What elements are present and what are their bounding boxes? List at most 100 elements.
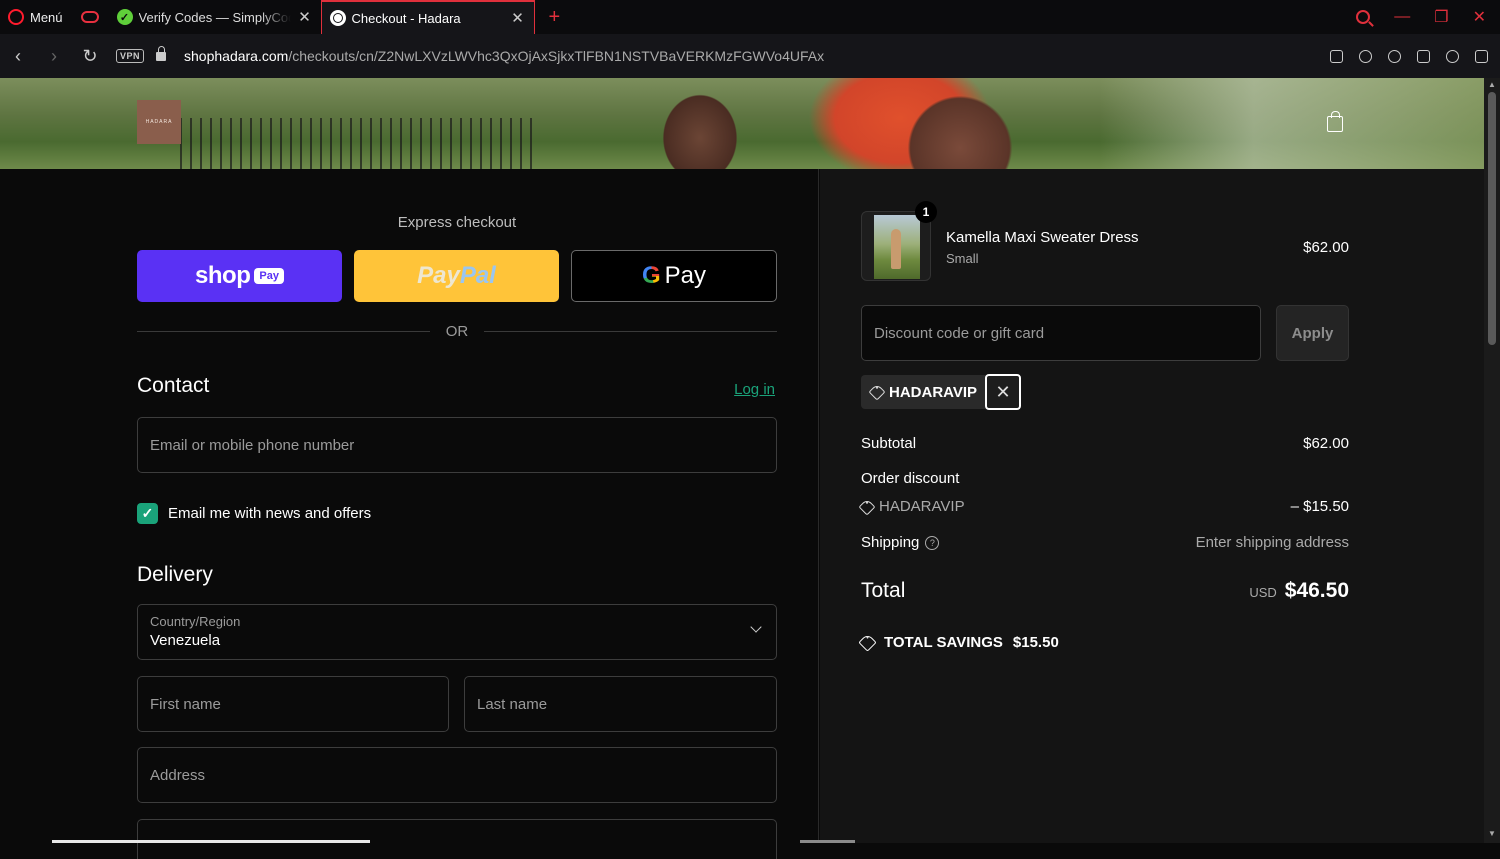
opera-menu-button[interactable]: Menú bbox=[0, 0, 73, 34]
close-icon[interactable]: ✕ bbox=[297, 8, 313, 26]
camera-icon[interactable] bbox=[1330, 49, 1343, 63]
opera-logo-icon bbox=[8, 9, 24, 25]
newsletter-label: Email me with news and offers bbox=[168, 505, 372, 522]
tab-title: Verify Codes — SimplyCodes bbox=[138, 9, 291, 25]
scrollbar-thumb[interactable] bbox=[1488, 92, 1496, 345]
product-image bbox=[874, 215, 920, 279]
total-row: Total USD $46.50 bbox=[861, 579, 1349, 603]
shopping-bag-icon[interactable] bbox=[1327, 111, 1343, 132]
address-bar-actions bbox=[1330, 49, 1500, 63]
product-variant: Small bbox=[946, 251, 979, 266]
delivery-heading: Delivery bbox=[137, 563, 213, 586]
shop-pay-button[interactable]: shop Pay bbox=[137, 250, 342, 302]
store-banner: HADARA bbox=[0, 78, 1484, 169]
apartment-field[interactable] bbox=[137, 819, 777, 859]
address-field[interactable] bbox=[137, 747, 777, 803]
last-name-input[interactable] bbox=[477, 677, 776, 731]
total-savings: TOTAL SAVINGS $15.50 bbox=[858, 633, 1059, 652]
savings-value: $15.50 bbox=[1012, 634, 1059, 651]
discount-code-field[interactable] bbox=[861, 305, 1261, 361]
contact-heading: Contact bbox=[137, 374, 210, 397]
subtotal-label: Subtotal bbox=[861, 435, 917, 452]
newsletter-option[interactable]: ✓ Email me with news and offers bbox=[137, 503, 371, 524]
tag-icon bbox=[868, 383, 886, 401]
profile-icon[interactable] bbox=[1446, 49, 1459, 63]
savings-label: TOTAL SAVINGS bbox=[884, 634, 1003, 651]
first-name-input[interactable] bbox=[150, 677, 448, 731]
order-discount-row: Order discount bbox=[861, 470, 1349, 487]
country-label: Country/Region bbox=[150, 614, 241, 629]
tab-verify-codes[interactable]: ✓ Verify Codes — SimplyCodes ✕ bbox=[109, 0, 321, 34]
minimize-icon[interactable]: — bbox=[1394, 8, 1410, 26]
checkmark-favicon-icon: ✓ bbox=[116, 9, 133, 25]
discount-code-input[interactable] bbox=[874, 324, 1260, 342]
applied-code: HADARAVIP bbox=[889, 383, 978, 401]
vpn-badge[interactable]: VPN bbox=[116, 49, 145, 63]
product-name: Kamella Maxi Sweater Dress bbox=[946, 229, 1139, 246]
forward-arrow-icon[interactable]: › bbox=[36, 46, 72, 67]
checkout-form: Express checkout shop Pay Pay Pal G Pay O… bbox=[0, 169, 819, 859]
quantity-badge: 1 bbox=[915, 201, 937, 223]
tab-title: Checkout - Hadara bbox=[351, 10, 461, 26]
easy-setup-icon[interactable] bbox=[1475, 49, 1488, 63]
banner-background bbox=[1100, 78, 1484, 169]
google-g-icon: G bbox=[641, 262, 661, 289]
total-label: Total bbox=[861, 579, 906, 602]
tab-checkout-hadara[interactable]: Checkout - Hadara ✕ bbox=[320, 0, 535, 34]
search-icon[interactable] bbox=[1356, 10, 1371, 24]
apply-button[interactable]: Apply bbox=[1276, 305, 1349, 361]
applied-discount-chip: HADARAVIP ✕ bbox=[861, 374, 1022, 410]
reload-icon[interactable]: ↻ bbox=[72, 46, 108, 67]
country-value: Venezuela bbox=[150, 632, 221, 649]
window-controls: — ❐ ✕ bbox=[1356, 7, 1500, 27]
address-bar: ‹ › ↻ VPN shophadara.com/checkouts/cn/Z2… bbox=[0, 34, 1500, 78]
scroll-down-arrow-icon[interactable]: ▼ bbox=[1488, 829, 1496, 838]
restore-icon[interactable]: ❐ bbox=[1434, 7, 1448, 27]
store-logo[interactable]: HADARA bbox=[137, 100, 181, 144]
discount-value: – $15.50 bbox=[1290, 498, 1349, 515]
last-name-field[interactable] bbox=[464, 676, 777, 732]
tag-icon bbox=[858, 633, 877, 652]
order-summary: 1 Kamella Maxi Sweater Dress Small $62.0… bbox=[820, 169, 1484, 843]
close-window-icon[interactable]: ✕ bbox=[1473, 7, 1486, 27]
country-select[interactable]: Country/Region Venezuela bbox=[137, 604, 777, 660]
back-arrow-icon[interactable]: ‹ bbox=[0, 46, 36, 67]
menu-label: Menú bbox=[30, 9, 63, 25]
url-field[interactable]: shophadara.com/checkouts/cn/Z2NwLXVzLWVh… bbox=[184, 48, 824, 64]
product-price: $62.00 bbox=[1303, 239, 1349, 256]
total-currency: USD bbox=[1249, 585, 1277, 600]
gamepad-icon[interactable] bbox=[80, 11, 99, 23]
subtotal-row: Subtotal $62.00 bbox=[861, 435, 1349, 452]
express-checkout-title: Express checkout bbox=[397, 214, 517, 231]
subtotal-value: $62.00 bbox=[1303, 435, 1349, 452]
total-value: $46.50 bbox=[1284, 579, 1349, 602]
new-tab-plus-icon[interactable]: + bbox=[549, 6, 561, 29]
email-input[interactable] bbox=[150, 418, 776, 472]
first-name-field[interactable] bbox=[137, 676, 449, 732]
heart-icon[interactable] bbox=[1388, 49, 1401, 63]
browser-tab-bar: Menú ✓ Verify Codes — SimplyCodes ✕ Chec… bbox=[0, 0, 1500, 34]
block-ads-icon[interactable] bbox=[1359, 49, 1372, 63]
login-link[interactable]: Log in bbox=[734, 381, 775, 398]
or-divider: OR bbox=[137, 323, 777, 340]
shipping-label: Shipping bbox=[861, 534, 920, 551]
checkbox-checked-icon[interactable]: ✓ bbox=[137, 503, 158, 524]
help-circle-icon[interactable]: ? bbox=[925, 536, 940, 551]
address-input[interactable] bbox=[150, 748, 776, 802]
scroll-up-arrow-icon[interactable]: ▲ bbox=[1488, 80, 1496, 89]
google-pay-button[interactable]: G Pay bbox=[571, 250, 777, 302]
page-scrollbar[interactable]: ▲ ▼ bbox=[1484, 78, 1500, 843]
close-icon[interactable]: ✕ bbox=[510, 9, 526, 27]
email-field[interactable] bbox=[137, 417, 777, 473]
lock-icon[interactable] bbox=[156, 45, 167, 61]
shipping-value: Enter shipping address bbox=[1195, 534, 1349, 551]
discount-code-row: HADARAVIP – $15.50 bbox=[858, 498, 1349, 515]
tag-icon bbox=[858, 498, 876, 515]
remove-discount-close-icon[interactable]: ✕ bbox=[985, 374, 1022, 410]
order-discount-label: Order discount bbox=[861, 470, 960, 487]
paypal-button[interactable]: Pay Pal bbox=[354, 250, 559, 302]
cube-icon[interactable] bbox=[1417, 49, 1430, 63]
globe-favicon-icon bbox=[329, 10, 346, 26]
banner-fence bbox=[180, 118, 540, 169]
discount-code-label: HADARAVIP bbox=[879, 498, 965, 515]
